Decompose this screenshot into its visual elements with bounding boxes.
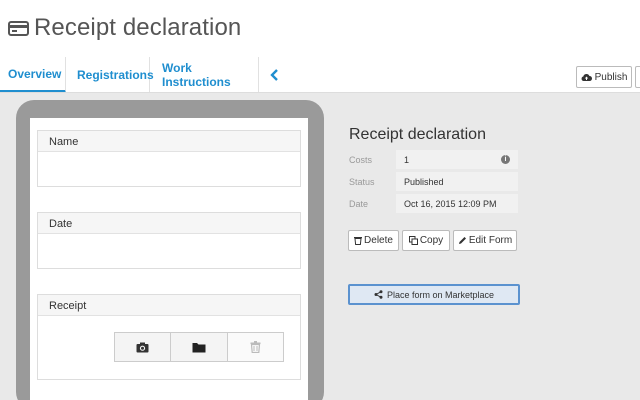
status-value: Published [396,172,518,191]
tabs-scroll-left-button[interactable] [259,57,289,93]
tab-bar: Overview Registrations Work Instructions [0,57,289,93]
delete-button[interactable]: Delete [348,230,399,251]
copy-label: Copy [419,235,444,246]
publish-label: Publish [594,71,628,83]
cloud-upload-icon [581,73,592,81]
header-divider [0,92,640,93]
camera-icon [136,342,149,352]
copy-button[interactable]: Copy [402,230,450,251]
title-row: Receipt declaration [8,14,241,42]
date-label: Date [349,199,369,209]
chevron-left-icon [269,69,278,81]
costs-value: 1 [404,155,410,165]
edit-form-button[interactable]: Edit Form [453,230,517,251]
status-label: Status [349,177,375,187]
publish-button[interactable]: Publish [576,66,632,88]
trash-icon [354,237,363,245]
delete-label: Delete [364,235,393,246]
delete-file-button[interactable] [227,333,283,361]
edit-form-label: Edit Form [468,235,513,246]
camera-button[interactable] [115,333,172,361]
credit-card-icon [8,20,30,36]
page-title: Receipt declaration [34,14,242,41]
tab-registrations[interactable]: Registrations [66,57,154,93]
copy-icon [408,236,418,245]
pencil-icon [458,237,466,244]
app-header: Receipt declaration Overview Registratio… [0,0,640,93]
share-icon [374,290,383,299]
details-title: Receipt declaration [349,126,486,143]
folder-button[interactable] [171,333,228,361]
field-label-date: Date [38,213,300,234]
more-button[interactable] [635,66,640,88]
receipt-button-group [114,332,284,362]
trash-icon [250,341,261,353]
place-on-marketplace-button[interactable]: Place form on Marketplace [348,284,520,305]
tab-work-instructions[interactable]: Work Instructions [150,57,259,93]
field-label-name: Name [38,131,300,152]
info-icon[interactable]: i [501,155,510,164]
form-field-name: Name [37,130,301,187]
costs-value-box: 1 i [396,150,518,169]
date-value: Oct 16, 2015 12:09 PM [396,194,518,213]
marketplace-label: Place form on Marketplace [386,289,495,300]
form-field-date: Date [37,212,301,269]
field-label-receipt: Receipt [38,295,300,316]
costs-label: Costs [349,155,373,165]
folder-icon [192,342,206,352]
form-field-receipt: Receipt [37,294,301,380]
tab-overview[interactable]: Overview [0,57,66,93]
